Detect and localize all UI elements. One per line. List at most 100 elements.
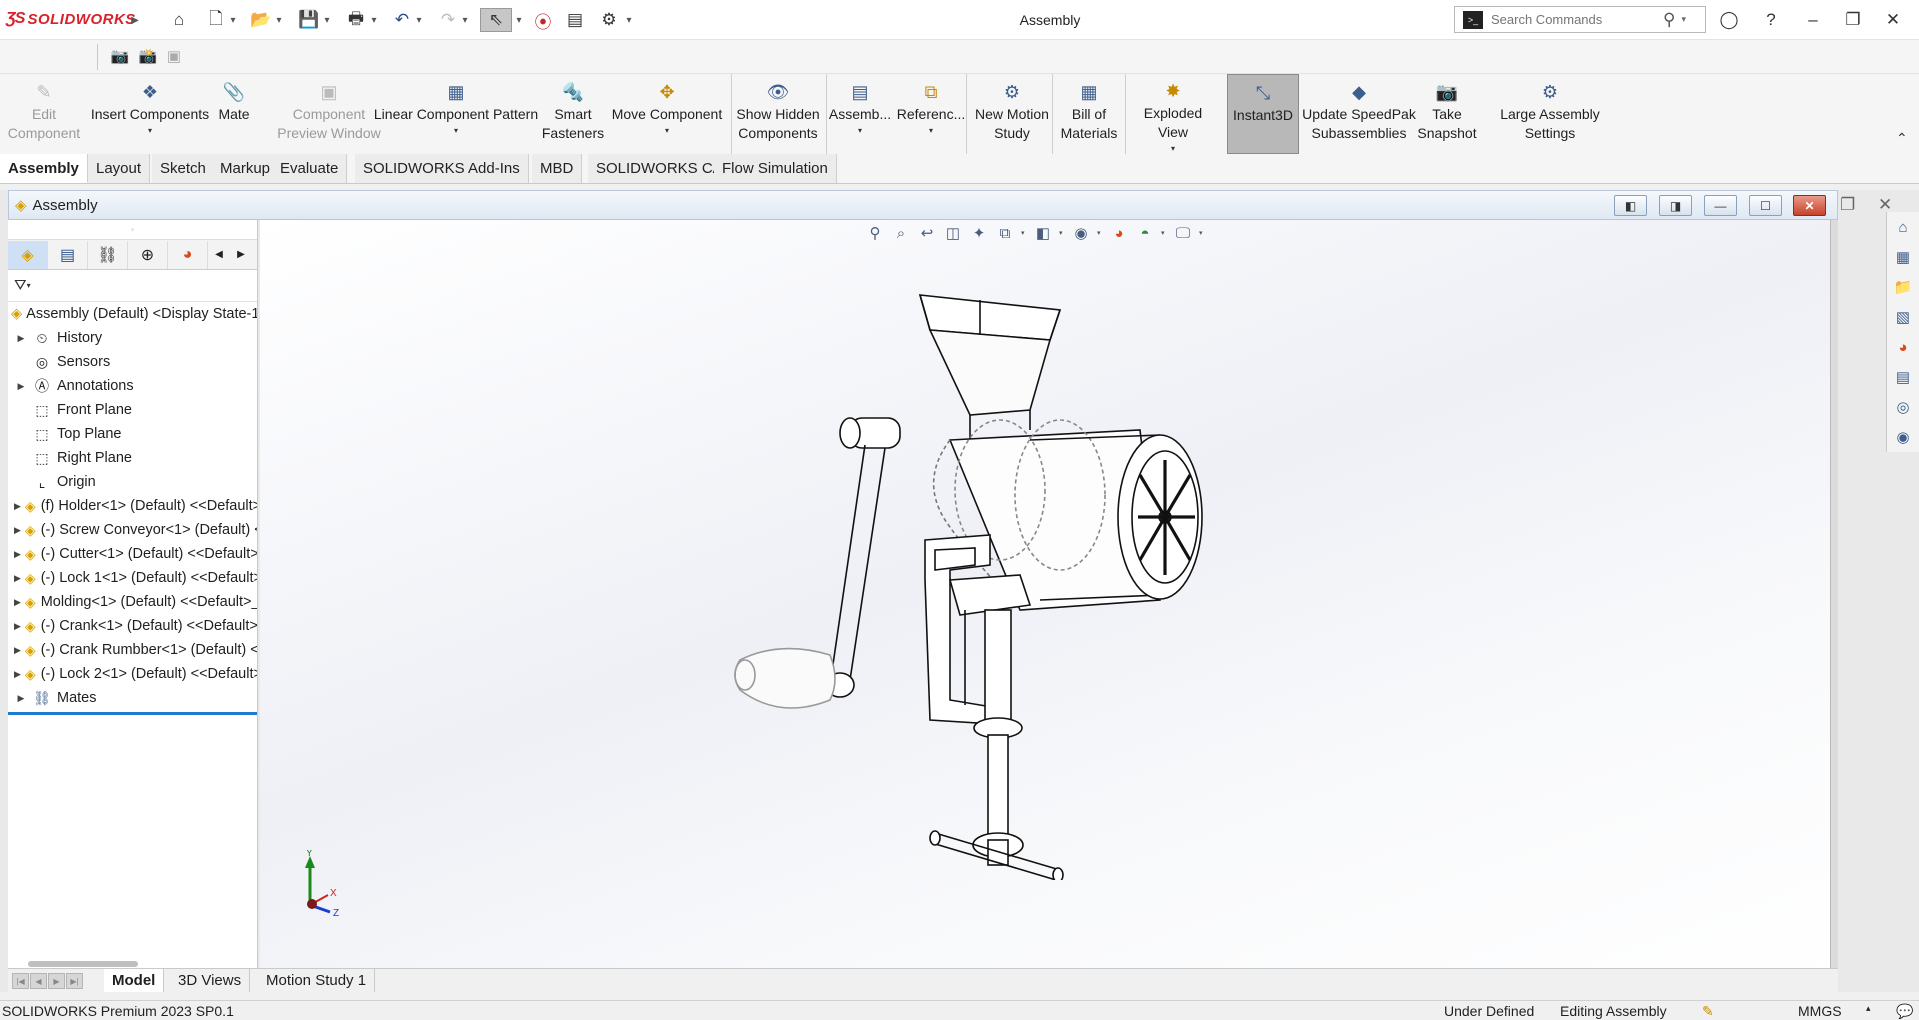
tree-item[interactable]: ▶ Ⓐ Annotations — [8, 374, 257, 398]
crank-handle-part[interactable] — [734, 647, 836, 709]
ribbon-instant3d-button[interactable]: ⤡ Instant3D — [1227, 74, 1299, 154]
view-settings-dropdown-icon[interactable]: ▾ — [1199, 229, 1205, 237]
next-tab-icon[interactable]: ▶ — [48, 973, 65, 989]
design-library-icon[interactable]: ▦ — [1887, 242, 1919, 272]
solidworks-forum-icon[interactable]: ◎ — [1887, 392, 1919, 422]
tree-root[interactable]: ◈ Assembly (Default) <Display State-1> — [8, 302, 257, 326]
last-tab-icon[interactable]: ▶| — [66, 973, 83, 989]
3dexperience-icon[interactable]: ◉ — [1887, 422, 1919, 452]
tab-solidworks-add-ins[interactable]: SOLIDWORKS Add-Ins — [355, 154, 529, 183]
expand-arrow-icon[interactable]: ▶ — [14, 597, 21, 608]
ribbon-assemb-button[interactable]: ▤ Assemb... ▾ — [828, 74, 892, 154]
displaymanager-tab-icon[interactable]: ◕ — [168, 240, 208, 269]
doc-close-button[interactable]: ✕ — [1793, 195, 1826, 216]
tab-markup[interactable]: Markup — [212, 154, 280, 183]
print-dropdown-icon[interactable]: ▾ — [369, 8, 379, 32]
ribbon-mate-button[interactable]: 📎 Mate — [214, 74, 254, 154]
tab-mbd[interactable]: MBD — [532, 154, 583, 183]
crank-part[interactable] — [825, 417, 901, 698]
ribbon-exploded-view-button[interactable]: ✸ Exploded View ▾ — [1128, 74, 1218, 154]
pane-grip[interactable]: ◦ — [8, 220, 257, 240]
tree-item[interactable]: ▶◈(-) Lock 2<1> (Default) <<Default>_Dis… — [8, 662, 257, 686]
snapshot-settings-icon[interactable]: 📸 — [138, 47, 158, 65]
close-icon[interactable]: ✕ — [1880, 8, 1906, 32]
ribbon-edit-component-button[interactable]: ✎ Edit Component — [6, 74, 82, 154]
ribbon-dropdown-icon[interactable]: ▾ — [929, 126, 933, 136]
expand-arrow-icon[interactable]: ▶ — [14, 573, 21, 584]
ribbon-linear-component-pattern-button[interactable]: ▦ Linear Component Pattern ▾ — [368, 74, 544, 154]
restore-icon[interactable]: ❐ — [1840, 8, 1866, 32]
tree-item[interactable]: ▶◈(-) Crank Rumbber<1> (Default) <<Defau… — [8, 638, 257, 662]
expand-arrow-icon[interactable]: ▶ — [14, 549, 21, 560]
ribbon-dropdown-icon[interactable]: ▾ — [665, 126, 669, 136]
doc-maximize-button[interactable]: ☐ — [1749, 195, 1782, 216]
tree-item[interactable]: ⬚ Front Plane — [8, 398, 257, 422]
home-icon[interactable]: ⌂ — [166, 8, 192, 32]
units-dropdown-icon[interactable]: ▴ — [1866, 1003, 1871, 1014]
tree-item[interactable]: ▶◈(f) Holder<1> (Default) <<Default>_Dis… — [8, 494, 257, 518]
select-dropdown-icon[interactable]: ▾ — [514, 8, 524, 32]
tree-item[interactable]: ▶◈(-) Crank<1> (Default) <<Default>_Disp… — [8, 614, 257, 638]
expand-arrow-icon[interactable]: ▶ — [14, 669, 21, 680]
solidworks-logo[interactable]: ƷS SOLIDWORKS — [6, 10, 136, 28]
search-icon[interactable]: ⚲ — [1663, 10, 1675, 30]
doc-minimize-button[interactable]: — — [1704, 195, 1737, 216]
cutter-plate-part[interactable] — [1117, 434, 1203, 600]
expand-arrow-icon[interactable]: ▶ — [14, 645, 21, 656]
tree-item[interactable]: ▶◈(-) Screw Conveyor<1> (Default) <<Defa… — [8, 518, 257, 542]
print-icon[interactable]: 🖶 — [343, 8, 369, 32]
outer-restore-icon[interactable]: ❐ — [1840, 195, 1855, 215]
tree-item[interactable]: ▶ ⛓ Mates — [8, 686, 257, 710]
propertymanager-tab-icon[interactable]: ▤ — [48, 240, 88, 269]
previous-view-icon[interactable]: ↩ — [917, 224, 937, 242]
open-dropdown-icon[interactable]: ▾ — [274, 8, 284, 32]
hide-show-dropdown-icon[interactable]: ▾ — [1097, 229, 1103, 237]
tree-item[interactable]: ▶◈(-) Cutter<1> (Default) <<Default>_Dis… — [8, 542, 257, 566]
tree-item[interactable]: ⬚ Right Plane — [8, 446, 257, 470]
rebuild-traffic-light-icon[interactable]: ⦿ — [530, 8, 556, 32]
search-commands-box[interactable]: >_ ⚲ ▾ — [1454, 6, 1706, 33]
zoom-to-area-icon[interactable]: ⌕ — [891, 225, 911, 242]
ribbon-move-component-button[interactable]: ✥ Move Component ▾ — [606, 74, 728, 154]
ribbon-referenc-button[interactable]: ⧉ Referenc... ▾ — [897, 74, 965, 154]
tab-flow-simulation[interactable]: Flow Simulation — [714, 154, 837, 183]
first-tab-icon[interactable]: |◀ — [12, 973, 29, 989]
expand-arrow-icon[interactable]: ▶ — [14, 333, 28, 344]
save-icon[interactable]: 💾 — [296, 8, 322, 32]
options-dropdown-icon[interactable]: ▾ — [624, 8, 634, 32]
save-dropdown-icon[interactable]: ▾ — [322, 8, 332, 32]
ribbon-insert-components-button[interactable]: ❖ Insert Components ▾ — [90, 74, 210, 154]
lock-screw-part[interactable] — [929, 717, 1064, 880]
ribbon-dropdown-icon[interactable]: ▾ — [1171, 144, 1175, 154]
ribbon-dropdown-icon[interactable]: ▾ — [454, 126, 458, 136]
help-icon[interactable]: ? — [1758, 8, 1784, 32]
file-explorer-icon[interactable]: 📁 — [1887, 272, 1919, 302]
minimize-icon[interactable]: – — [1800, 8, 1826, 32]
search-input[interactable] — [1491, 12, 1661, 27]
section-view-icon[interactable]: ◫ — [943, 224, 963, 242]
edit-appearance-icon[interactable]: ◕ — [1109, 225, 1129, 242]
hopper-part[interactable] — [918, 294, 1062, 440]
solidworks-resources-icon[interactable]: ⌂ — [1887, 212, 1919, 242]
dynamic-annotation-icon[interactable]: ✦ — [969, 224, 989, 242]
account-icon[interactable]: ◯ — [1716, 8, 1742, 32]
view-settings-icon[interactable]: 🖵 — [1173, 225, 1193, 242]
ribbon-large-assembly-settings-button[interactable]: ⚙ Large Assembly Settings — [1488, 74, 1612, 154]
new-document-icon[interactable]: 🗋 — [204, 8, 228, 32]
expand-arrow-icon[interactable]: ▶ — [14, 381, 28, 392]
bottom-tab-model[interactable]: Model — [104, 969, 165, 992]
tab-assembly[interactable]: Assembly — [0, 154, 88, 183]
expand-arrow-icon[interactable]: ▶ — [14, 621, 21, 632]
featuremanager-tab-icon[interactable]: ◈ — [8, 240, 48, 269]
collapse-ribbon-icon[interactable]: ⌃ — [1896, 130, 1911, 147]
tree-item[interactable]: ⬚ Top Plane — [8, 422, 257, 446]
ribbon-show-hidden-components-button[interactable]: 👁 Show Hidden Components — [734, 74, 822, 154]
configurationmanager-tab-icon[interactable]: ⛓ — [88, 240, 128, 269]
rollback-bar[interactable] — [8, 712, 257, 715]
dimxpert-tab-icon[interactable]: ⊕ — [128, 240, 168, 269]
tree-item[interactable]: ▶ ⏲ History — [8, 326, 257, 350]
expand-arrow-icon[interactable]: ▶ — [14, 525, 21, 536]
tab-layout[interactable]: Layout — [88, 154, 151, 183]
search-dropdown-icon[interactable]: ▾ — [1681, 14, 1686, 25]
tabs-scroll-left-icon[interactable]: ◀ — [208, 241, 230, 269]
